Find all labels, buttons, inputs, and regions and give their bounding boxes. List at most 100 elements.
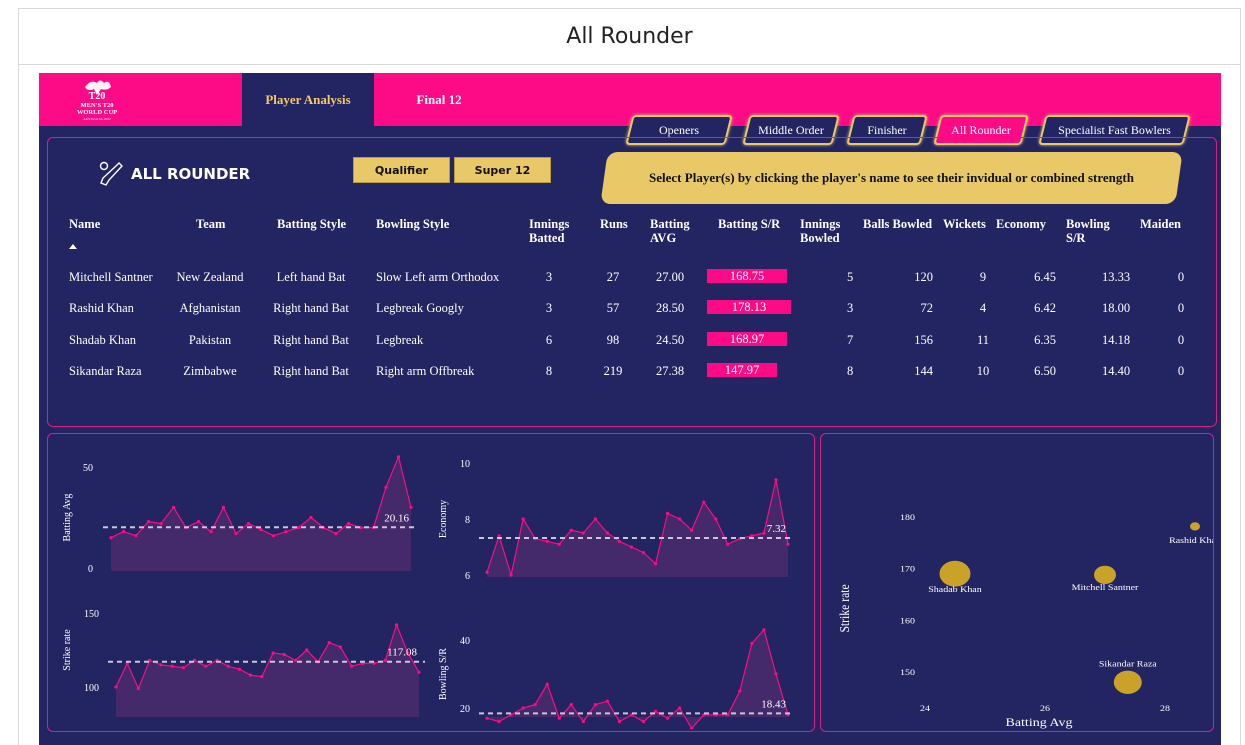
chart-point[interactable] [246, 521, 251, 526]
chart-point[interactable] [234, 532, 238, 536]
chart-point[interactable] [545, 682, 549, 686]
chart-point[interactable] [296, 526, 301, 530]
chart-point[interactable] [666, 716, 670, 720]
chart-point[interactable] [497, 720, 501, 724]
chart-point[interactable] [409, 505, 413, 509]
chart-point[interactable] [271, 651, 275, 655]
chart-point[interactable] [557, 542, 561, 546]
chart-point[interactable] [305, 648, 309, 652]
chart-point[interactable] [249, 673, 253, 677]
column-header-innings-bowled[interactable]: Innings Bowled [800, 217, 840, 245]
chart-point[interactable] [346, 521, 351, 526]
column-header-batting-sr[interactable]: Batting S/R [718, 217, 780, 231]
column-header-wickets[interactable]: Wickets [943, 217, 986, 231]
chart-point[interactable] [521, 706, 525, 710]
chart-point[interactable] [260, 675, 264, 679]
column-header-name[interactable]: Name [69, 217, 100, 231]
chart-point[interactable] [114, 685, 118, 689]
chart-point[interactable] [396, 455, 401, 459]
chart-point[interactable] [134, 534, 138, 538]
chart-point[interactable] [774, 672, 778, 676]
chart-point[interactable] [581, 720, 585, 724]
tab-final-12[interactable]: Final 12 [379, 73, 499, 126]
scatter-bubble[interactable] [939, 560, 971, 587]
chart-point[interactable] [641, 720, 646, 724]
chart-point[interactable] [509, 573, 513, 577]
chart-point[interactable] [196, 519, 201, 524]
chart-point[interactable] [383, 658, 387, 662]
player-name-cell[interactable]: Rashid Khan [69, 301, 134, 315]
chart-point[interactable] [338, 645, 343, 649]
chart-point[interactable] [569, 703, 573, 707]
chart-point[interactable] [170, 664, 174, 668]
chart-point[interactable] [334, 532, 338, 536]
chart-point[interactable] [204, 664, 208, 668]
sort-ascending-icon[interactable] [69, 244, 77, 249]
chart-point[interactable] [581, 531, 585, 535]
chart-point[interactable] [690, 528, 694, 532]
player-name-cell[interactable]: Shadab Khan [69, 333, 136, 347]
chart-point[interactable] [221, 505, 226, 509]
chart-point[interactable] [485, 570, 489, 574]
scatter-bubble[interactable] [1190, 522, 1200, 531]
chart-point[interactable] [605, 699, 609, 703]
chart-point[interactable] [159, 663, 163, 667]
column-header-maiden[interactable]: Maiden [1140, 217, 1181, 231]
chart-point[interactable] [171, 505, 176, 509]
chart-point[interactable] [109, 536, 113, 540]
column-header-team[interactable]: Team [196, 217, 225, 231]
chart-point[interactable] [521, 517, 525, 521]
tab-player-analysis[interactable]: Player Analysis [242, 73, 374, 126]
column-header-batting-avg[interactable]: Batting AVG [650, 217, 690, 245]
chart-point[interactable] [786, 542, 790, 546]
chart-point[interactable] [533, 703, 537, 707]
column-header-bowling-sr[interactable]: Bowling S/R [1066, 217, 1110, 245]
chart-point[interactable] [738, 689, 742, 693]
chart-point[interactable] [629, 545, 634, 549]
chart-point[interactable] [545, 539, 549, 543]
stage-button-super-12[interactable]: Super 12 [454, 157, 551, 183]
chart-point[interactable] [136, 686, 141, 691]
chart-point[interactable] [750, 534, 754, 538]
chart-point[interactable] [497, 534, 501, 538]
scatter-bubble[interactable] [1113, 670, 1142, 694]
chart-point[interactable] [641, 551, 646, 555]
chart-point[interactable] [181, 666, 185, 670]
chart-point[interactable] [666, 511, 670, 515]
chart-point[interactable] [593, 703, 597, 707]
chart-point[interactable] [774, 478, 778, 482]
chart-point[interactable] [762, 628, 766, 632]
chart-point[interactable] [282, 652, 286, 657]
column-header-runs[interactable]: Runs [600, 217, 628, 231]
player-name-cell[interactable]: Sikandar Raza [69, 364, 142, 378]
column-header-economy[interactable]: Economy [996, 217, 1046, 231]
chart-point[interactable] [209, 530, 213, 534]
column-header-batting-style[interactable]: Batting Style [277, 217, 346, 231]
player-name-cell[interactable]: Mitchell Santner [69, 270, 153, 284]
column-header-bowling-style[interactable]: Bowling Style [376, 217, 449, 231]
chart-point[interactable] [762, 531, 766, 535]
chart-point[interactable] [702, 500, 706, 504]
chart-point[interactable] [569, 528, 573, 532]
chart-point[interactable] [726, 542, 730, 546]
chart-point[interactable] [121, 530, 126, 534]
chart-point[interactable] [417, 670, 421, 674]
chart-point[interactable] [293, 658, 298, 662]
chart-point[interactable] [557, 716, 561, 720]
chart-point[interactable] [350, 664, 354, 668]
chart-point[interactable] [605, 531, 609, 535]
chart-point[interactable] [714, 517, 718, 521]
column-header-innings-batted[interactable]: Innings Batted [529, 217, 569, 245]
scatter-bubble[interactable] [1094, 565, 1116, 585]
chart-point[interactable] [327, 641, 331, 645]
chart-point[interactable] [259, 528, 263, 532]
chart-point[interactable] [750, 641, 754, 645]
chart-point[interactable] [271, 534, 276, 538]
chart-point[interactable] [617, 720, 622, 724]
chart-point[interactable] [284, 530, 288, 534]
chart-point[interactable] [226, 664, 230, 668]
chart-point[interactable] [678, 706, 682, 710]
chart-point[interactable] [653, 562, 658, 566]
chart-point[interactable] [593, 517, 597, 521]
chart-point[interactable] [237, 667, 242, 671]
